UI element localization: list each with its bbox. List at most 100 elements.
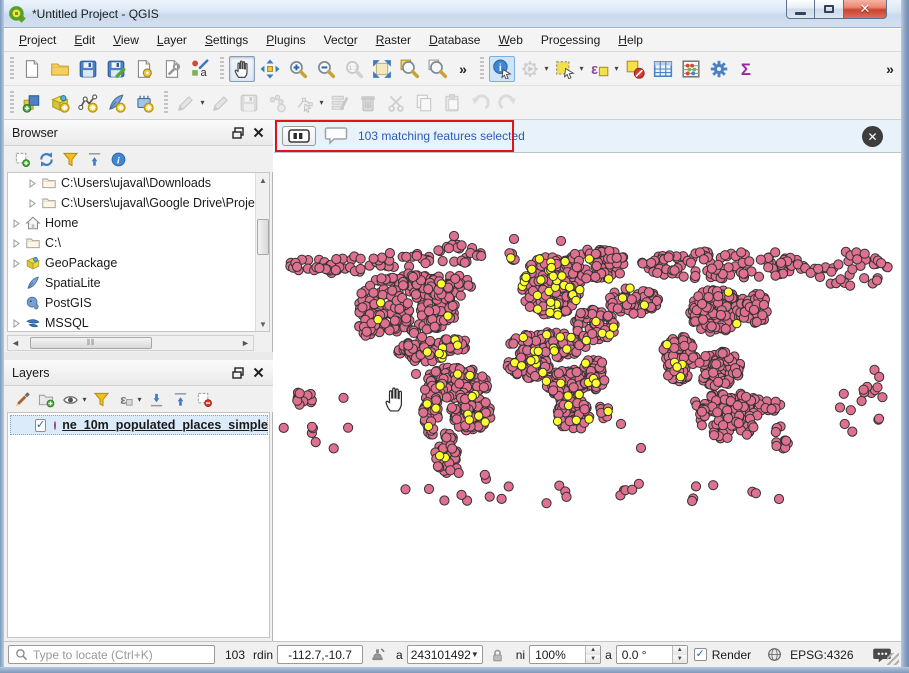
scale-combobox[interactable]: 243101492▼ xyxy=(407,645,483,664)
expander-icon[interactable] xyxy=(28,179,40,188)
enable-properties-widget-button[interactable]: i xyxy=(106,147,130,171)
scroll-up-arrow[interactable]: ▲ xyxy=(256,173,270,187)
vertex-tool-dropdown-arrow[interactable]: ▾ xyxy=(317,98,326,107)
scroll-left-arrow[interactable]: ◄ xyxy=(8,336,23,350)
menu-database[interactable]: Database xyxy=(420,30,489,50)
toolbar-grip[interactable] xyxy=(10,57,14,81)
manage-map-themes-button[interactable] xyxy=(58,387,82,411)
pan-to-selection-button[interactable] xyxy=(257,56,283,82)
menu-project[interactable]: Project xyxy=(10,30,65,50)
menu-vector[interactable]: Vector xyxy=(315,30,367,50)
hscroll-thumb[interactable]: ⦀⦀ xyxy=(30,337,152,349)
layer-item[interactable]: ✓ ne_10m_populated_places_simple xyxy=(10,415,268,435)
select-features-button[interactable] xyxy=(552,56,578,82)
run-feature-action-dropdown-arrow[interactable]: ▾ xyxy=(542,64,551,73)
zoom-out-button[interactable] xyxy=(313,56,339,82)
form-view-toggle-icon[interactable] xyxy=(282,126,316,146)
filter-browser-button[interactable] xyxy=(58,147,82,171)
browser-item-c-[interactable]: C:\ xyxy=(8,233,269,253)
menu-view[interactable]: View xyxy=(104,30,148,50)
close-button[interactable]: ✕ xyxy=(843,0,887,19)
zoom-in-button[interactable] xyxy=(285,56,311,82)
expander-icon[interactable] xyxy=(12,319,24,328)
identify-features-button[interactable]: i xyxy=(489,56,515,82)
new-geopackage-layer-button[interactable] xyxy=(47,90,73,116)
toolbar-grip[interactable] xyxy=(164,91,168,115)
new-shapefile-layer-button[interactable] xyxy=(75,90,101,116)
toolbar-grip[interactable] xyxy=(10,91,14,115)
zoom-full-button[interactable] xyxy=(369,56,395,82)
dock-splitter[interactable] xyxy=(4,352,273,360)
layer-visibility-checkbox[interactable]: ✓ xyxy=(35,419,46,432)
filter-by-expression-dropdown-arrow[interactable]: ▾ xyxy=(135,395,144,404)
add-selected-layers-button[interactable] xyxy=(10,147,34,171)
message-close-button[interactable]: ✕ xyxy=(862,126,883,147)
refresh-button[interactable] xyxy=(34,147,58,171)
manage-map-themes-dropdown-arrow[interactable]: ▾ xyxy=(80,395,89,404)
scroll-thumb[interactable] xyxy=(257,219,269,255)
layers-close-button[interactable] xyxy=(249,364,267,382)
data-source-manager-button[interactable] xyxy=(19,90,45,116)
expander-icon[interactable] xyxy=(28,199,40,208)
title-bar[interactable]: *Untitled Project - QGIS ✕ xyxy=(0,0,909,28)
save-project-button[interactable] xyxy=(75,56,101,82)
browser-item-spatialite[interactable]: SpatiaLite xyxy=(8,273,269,293)
selection-message[interactable]: 103 matching features selected xyxy=(358,129,525,143)
zoom-to-selection-button[interactable] xyxy=(397,56,423,82)
filter-by-expression-button[interactable]: ε xyxy=(113,387,137,411)
crs-status[interactable]: EPSG:4326 xyxy=(790,648,853,662)
expander-icon[interactable] xyxy=(12,239,24,248)
maximize-button[interactable] xyxy=(815,0,843,19)
pan-map-button[interactable] xyxy=(229,56,255,82)
expander-icon[interactable] xyxy=(12,219,24,228)
new-spatialite-layer-button[interactable] xyxy=(103,90,129,116)
browser-item-geopackage[interactable]: GeoPackage xyxy=(8,253,269,273)
menu-processing[interactable]: Processing xyxy=(532,30,609,50)
menu-raster[interactable]: Raster xyxy=(367,30,420,50)
browser-vertical-scrollbar[interactable]: ▲ ▼ xyxy=(255,173,269,331)
menu-plugins[interactable]: Plugins xyxy=(257,30,314,50)
expand-all-button[interactable] xyxy=(144,387,168,411)
scroll-right-arrow[interactable]: ► xyxy=(238,336,253,350)
expander-icon[interactable] xyxy=(12,259,24,268)
save-project-as-button[interactable] xyxy=(103,56,129,82)
menu-layer[interactable]: Layer xyxy=(148,30,196,50)
locator-input[interactable]: Type to locate (Ctrl+K) xyxy=(8,645,215,664)
new-virtual-layer-button[interactable] xyxy=(131,90,157,116)
menu-settings[interactable]: Settings xyxy=(196,30,257,50)
browser-item-c-users-ujaval-google-drive-proje[interactable]: C:\Users\ujaval\Google Drive\Proje xyxy=(8,193,269,213)
statistics-panel-button[interactable]: Σ xyxy=(734,56,760,82)
scroll-down-arrow[interactable]: ▼ xyxy=(256,317,270,331)
current-edits-dropdown-arrow[interactable]: ▾ xyxy=(198,98,207,107)
browser-item-postgis[interactable]: PostGIS xyxy=(8,293,269,313)
extents-toggle-icon[interactable] xyxy=(369,646,386,663)
open-attribute-table-button[interactable] xyxy=(650,56,676,82)
toolbar-overflow-1-button[interactable]: » xyxy=(453,56,473,82)
toolbar-grip[interactable] xyxy=(220,57,224,81)
browser-close-button[interactable] xyxy=(249,124,267,142)
browser-float-button[interactable] xyxy=(229,124,247,142)
browser-horizontal-scrollbar[interactable]: ◄ ⦀⦀ ► xyxy=(7,335,254,351)
style-manager-button[interactable]: a xyxy=(187,56,213,82)
magnifier-spinbox[interactable]: 100% ▲▼ xyxy=(529,645,601,664)
new-print-layout-button[interactable] xyxy=(131,56,157,82)
collapse-all-button[interactable] xyxy=(82,147,106,171)
deselect-features-button[interactable] xyxy=(622,56,648,82)
render-toggle[interactable]: ✓ Render xyxy=(694,648,751,662)
remove-layer-group-button[interactable] xyxy=(192,387,216,411)
browser-item-mssql[interactable]: MSSQL xyxy=(8,313,269,332)
select-features-dropdown-arrow[interactable]: ▾ xyxy=(577,64,586,73)
layers-float-button[interactable] xyxy=(229,364,247,382)
toolbar-grip[interactable] xyxy=(480,57,484,81)
menu-edit[interactable]: Edit xyxy=(65,30,104,50)
select-by-expression-button[interactable]: ε xyxy=(587,56,613,82)
show-layout-manager-button[interactable] xyxy=(159,56,185,82)
open-layer-styling-button[interactable] xyxy=(10,387,34,411)
collapse-all-layers-button[interactable] xyxy=(168,387,192,411)
rotation-spinbox[interactable]: 0.0 ° ▲▼ xyxy=(616,645,688,664)
processing-toolbox-button[interactable] xyxy=(706,56,732,82)
toolbar-overflow-2-button[interactable]: » xyxy=(880,56,900,82)
browser-item-home[interactable]: Home xyxy=(8,213,269,233)
map-canvas[interactable] xyxy=(274,153,901,641)
menu-web[interactable]: Web xyxy=(489,30,531,50)
